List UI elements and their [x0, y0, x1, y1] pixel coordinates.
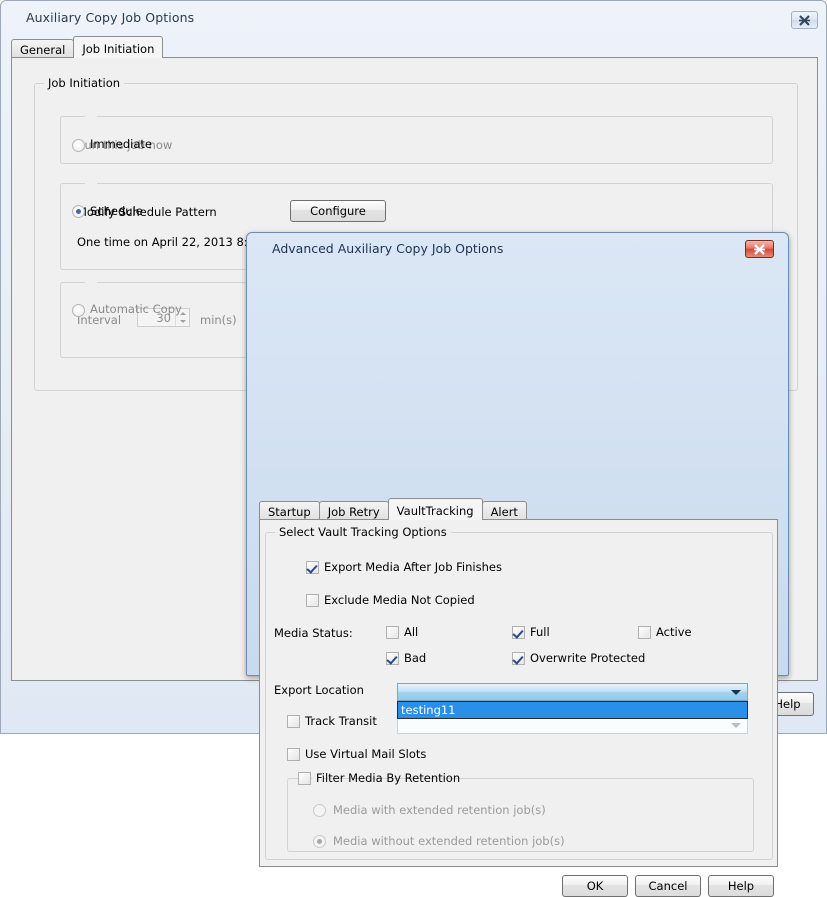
checkbox-media-status-active[interactable] — [638, 626, 651, 639]
job-initiation-group-title: Job Initiation — [44, 76, 124, 90]
help-button-label: Help — [774, 697, 800, 711]
outer-window-titlebar[interactable]: Auxiliary Copy Job Options — [2, 2, 827, 32]
schedule-label: Schedule — [90, 204, 143, 218]
configure-button[interactable]: Configure — [290, 200, 386, 222]
checkbox-use-virtual-mail-slots[interactable] — [287, 748, 300, 761]
inner-help-button[interactable]: Help — [708, 875, 774, 897]
inner-dialog-title: Advanced Auxiliary Copy Job Options — [272, 241, 503, 256]
checkbox-exclude-media-not-copied[interactable] — [306, 594, 319, 607]
export-location-combobox-secondary[interactable] — [397, 718, 748, 734]
close-glyph — [753, 244, 766, 255]
label-media-without-extended-retention: Media without extended retention job(s) — [333, 834, 565, 848]
label-filter-media-by-retention: Filter Media By Retention — [316, 771, 460, 785]
close-icon[interactable] — [745, 240, 774, 258]
export-location-combobox[interactable] — [397, 683, 748, 701]
label-export-media-after-job-finishes: Export Media After Job Finishes — [324, 560, 502, 574]
radio-automatic-copy[interactable] — [72, 304, 85, 317]
tab-alert[interactable]: Alert — [482, 501, 527, 520]
label-use-virtual-mail-slots: Use Virtual Mail Slots — [305, 747, 426, 761]
tab-job-initiation[interactable]: Job Initiation — [73, 36, 163, 58]
inner-dialog-titlebar[interactable]: Advanced Auxiliary Copy Job Options — [247, 233, 788, 263]
immediate-group-title — [85, 109, 97, 123]
tab-general[interactable]: General — [11, 39, 74, 58]
export-location-dropdown-list[interactable]: testing11 — [397, 701, 748, 719]
advanced-auxiliary-copy-job-options-dialog: Advanced Auxiliary Copy Job Options Star… — [246, 232, 789, 676]
inner-ok-button[interactable]: OK — [562, 875, 628, 897]
select-vault-tracking-options-group: Select Vault Tracking Options Export Med… — [265, 532, 773, 860]
spin-down-icon[interactable] — [176, 318, 189, 327]
label-exclude-media-not-copied: Exclude Media Not Copied — [324, 593, 475, 607]
label-media-status-full: Full — [530, 625, 550, 639]
tab-vault-tracking[interactable]: VaultTracking — [388, 498, 483, 520]
automatic-copy-label: Automatic Copy — [90, 302, 182, 316]
label-export-location: Export Location — [274, 683, 364, 697]
select-vault-tracking-options-title: Select Vault Tracking Options — [275, 525, 451, 539]
label-track-transit: Track Transit — [305, 714, 377, 728]
label-media-status: Media Status: — [274, 626, 353, 640]
label-media-status-all: All — [404, 625, 418, 639]
immediate-label: Immediate — [90, 137, 152, 151]
radio-immediate[interactable] — [72, 139, 85, 152]
filter-media-by-retention-group: Media with extended retention job(s) Med… — [287, 778, 754, 852]
radio-schedule[interactable] — [72, 205, 85, 218]
outer-tabstrip: General Job Initiation — [11, 37, 162, 58]
radio-media-without-extended-retention[interactable] — [313, 835, 326, 848]
radio-media-with-extended-retention[interactable] — [313, 804, 326, 817]
checkbox-media-status-bad[interactable] — [386, 652, 399, 665]
label-media-with-extended-retention: Media with extended retention job(s) — [333, 803, 546, 817]
tab-startup[interactable]: Startup — [259, 501, 320, 520]
immediate-group: Run this job now — [60, 116, 773, 164]
tab-job-retry[interactable]: Job Retry — [319, 501, 389, 520]
label-media-status-overwrite-protected: Overwrite Protected — [530, 651, 645, 665]
outer-window-title: Auxiliary Copy Job Options — [26, 10, 194, 25]
inner-tabstrip: Startup Job Retry VaultTracking Alert — [259, 499, 526, 520]
close-icon[interactable] — [791, 11, 818, 29]
inner-cancel-button[interactable]: Cancel — [635, 875, 701, 897]
checkbox-filter-media-by-retention[interactable] — [298, 772, 311, 785]
checkbox-media-status-overwrite-protected[interactable] — [512, 652, 525, 665]
automatic-copy-group-title — [85, 275, 97, 289]
vault-tracking-tab-panel: Select Vault Tracking Options Export Med… — [259, 519, 778, 867]
close-glyph — [798, 15, 811, 26]
chevron-down-icon[interactable] — [731, 690, 741, 695]
checkbox-track-transit[interactable] — [287, 715, 300, 728]
checkbox-media-status-all[interactable] — [386, 626, 399, 639]
label-media-status-bad: Bad — [404, 651, 426, 665]
schedule-group-title — [85, 176, 97, 190]
list-item[interactable]: testing11 — [398, 702, 747, 718]
checkbox-export-media-after-job-finishes[interactable] — [306, 561, 319, 574]
label-media-status-active: Active — [656, 625, 692, 639]
interval-units: min(s) — [200, 313, 237, 327]
chevron-down-icon[interactable] — [731, 723, 741, 728]
checkbox-media-status-full[interactable] — [512, 626, 525, 639]
